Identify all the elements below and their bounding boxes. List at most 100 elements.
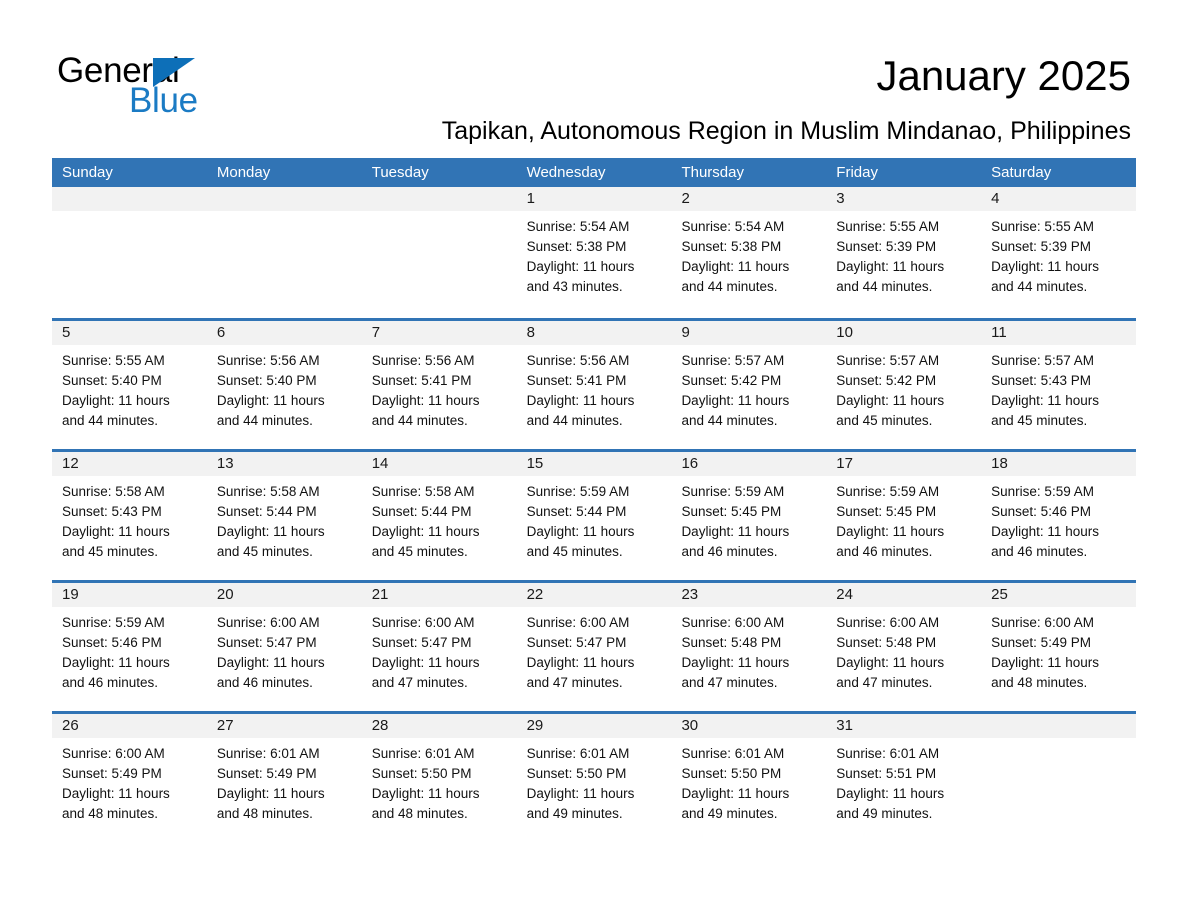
sunset-text: Sunset: 5:49 PM — [991, 635, 1091, 650]
day-cell[interactable]: 6 Sunrise: 5:56 AM Sunset: 5:40 PM Dayli… — [206, 321, 362, 443]
logo-blue-text: Blue — [129, 81, 198, 120]
day-cell[interactable]: 15 Sunrise: 5:59 AM Sunset: 5:44 PM Dayl… — [516, 452, 672, 574]
day-details: Sunrise: 6:01 AM Sunset: 5:50 PM Dayligh… — [362, 738, 517, 824]
day-details: Sunrise: 5:57 AM Sunset: 5:43 PM Dayligh… — [981, 345, 1136, 431]
day-cell[interactable]: 4 Sunrise: 5:55 AM Sunset: 5:39 PM Dayli… — [981, 187, 1137, 312]
day-number — [981, 714, 1137, 738]
daylight-text-line1: Daylight: 11 hours — [836, 259, 945, 274]
day-cell[interactable]: 17 Sunrise: 5:59 AM Sunset: 5:45 PM Dayl… — [826, 452, 982, 574]
weekday-header-monday: Monday — [216, 164, 271, 181]
day-cell[interactable]: 5 Sunrise: 5:55 AM Sunset: 5:40 PM Dayli… — [52, 321, 207, 443]
day-cell[interactable]: 2 Sunrise: 5:54 AM Sunset: 5:38 PM Dayli… — [671, 187, 827, 312]
day-details — [207, 211, 362, 217]
day-cell[interactable]: 31 Sunrise: 6:01 AM Sunset: 5:51 PM Dayl… — [826, 714, 982, 836]
day-details: Sunrise: 5:55 AM Sunset: 5:39 PM Dayligh… — [981, 211, 1136, 297]
page-title: January 2025 — [876, 52, 1131, 99]
daylight-text-line1: Daylight: 11 hours — [371, 393, 480, 408]
sunset-text: Sunset: 5:38 PM — [681, 239, 782, 254]
day-number: 15 — [516, 452, 672, 476]
day-cell[interactable]: 7 Sunrise: 5:56 AM Sunset: 5:41 PM Dayli… — [361, 321, 517, 443]
daylight-text-line2: and 46 minutes. — [836, 544, 933, 559]
daylight-text-line1: Daylight: 11 hours — [681, 393, 790, 408]
daylight-text-line2: and 48 minutes. — [216, 806, 313, 821]
sunset-text: Sunset: 5:47 PM — [526, 635, 627, 650]
daylight-text-line2: and 44 minutes. — [371, 413, 468, 428]
day-cell[interactable]: 20 Sunrise: 6:00 AM Sunset: 5:47 PM Dayl… — [206, 583, 362, 705]
daylight-text-line1: Daylight: 11 hours — [991, 655, 1099, 670]
day-cell[interactable]: 19 Sunrise: 5:59 AM Sunset: 5:46 PM Dayl… — [52, 583, 207, 705]
week-row: 12 Sunrise: 5:58 AM Sunset: 5:43 PM Dayl… — [52, 449, 1137, 574]
day-details: Sunrise: 6:01 AM Sunset: 5:50 PM Dayligh… — [517, 738, 672, 824]
day-cell[interactable]: 28 Sunrise: 6:01 AM Sunset: 5:50 PM Dayl… — [361, 714, 517, 836]
sunset-text: Sunset: 5:38 PM — [526, 239, 627, 254]
sunrise-text: Sunrise: 6:00 AM — [991, 615, 1094, 630]
sunrise-text: Sunrise: 5:56 AM — [371, 353, 475, 368]
day-number: 4 — [981, 187, 1137, 211]
sunrise-text: Sunrise: 6:01 AM — [526, 746, 630, 761]
location-subtitle: Tapikan, Autonomous Region in Muslim Min… — [441, 117, 1131, 145]
sunrise-text: Sunrise: 6:00 AM — [681, 615, 785, 630]
day-cell[interactable]: 10 Sunrise: 5:57 AM Sunset: 5:42 PM Dayl… — [826, 321, 982, 443]
day-number: 16 — [671, 452, 827, 476]
daylight-text-line1: Daylight: 11 hours — [681, 786, 790, 801]
sunset-text: Sunset: 5:43 PM — [991, 373, 1091, 388]
day-cell[interactable]: 24 Sunrise: 6:00 AM Sunset: 5:48 PM Dayl… — [826, 583, 982, 705]
day-details: Sunrise: 5:58 AM Sunset: 5:44 PM Dayligh… — [207, 476, 362, 562]
day-number — [361, 187, 517, 211]
day-details: Sunrise: 6:00 AM Sunset: 5:48 PM Dayligh… — [826, 607, 981, 693]
day-cell[interactable]: 30 Sunrise: 6:01 AM Sunset: 5:50 PM Dayl… — [671, 714, 827, 836]
day-cell[interactable]: 9 Sunrise: 5:57 AM Sunset: 5:42 PM Dayli… — [671, 321, 827, 443]
day-cell[interactable]: 27 Sunrise: 6:01 AM Sunset: 5:49 PM Dayl… — [206, 714, 362, 836]
day-cell[interactable]: 25 Sunrise: 6:00 AM Sunset: 5:49 PM Dayl… — [981, 583, 1137, 705]
day-number: 19 — [52, 583, 207, 607]
daylight-text-line1: Daylight: 11 hours — [216, 786, 325, 801]
day-cell[interactable]: 3 Sunrise: 5:55 AM Sunset: 5:39 PM Dayli… — [826, 187, 982, 312]
calendar-grid: Sunday Monday Tuesday Wednesday Thursday… — [52, 158, 1137, 836]
daylight-text-line1: Daylight: 11 hours — [526, 655, 635, 670]
day-cell[interactable]: 13 Sunrise: 5:58 AM Sunset: 5:44 PM Dayl… — [206, 452, 362, 574]
weekday-header-wednesday: Wednesday — [526, 164, 606, 181]
sunset-text: Sunset: 5:51 PM — [836, 766, 937, 781]
day-cell[interactable]: 29 Sunrise: 6:01 AM Sunset: 5:50 PM Dayl… — [516, 714, 672, 836]
day-cell[interactable]: 22 Sunrise: 6:00 AM Sunset: 5:47 PM Dayl… — [516, 583, 672, 705]
week-row: 5 Sunrise: 5:55 AM Sunset: 5:40 PM Dayli… — [52, 318, 1137, 443]
day-details: Sunrise: 5:58 AM Sunset: 5:44 PM Dayligh… — [362, 476, 517, 562]
day-cell[interactable]: 16 Sunrise: 5:59 AM Sunset: 5:45 PM Dayl… — [671, 452, 827, 574]
daylight-text-line1: Daylight: 11 hours — [991, 524, 1099, 539]
day-cell[interactable]: 21 Sunrise: 6:00 AM Sunset: 5:47 PM Dayl… — [361, 583, 517, 705]
sunrise-text: Sunrise: 5:55 AM — [836, 219, 940, 234]
day-cell[interactable]: 14 Sunrise: 5:58 AM Sunset: 5:44 PM Dayl… — [361, 452, 517, 574]
week-row: 26 Sunrise: 6:00 AM Sunset: 5:49 PM Dayl… — [52, 711, 1137, 836]
day-cell[interactable]: 1 Sunrise: 5:54 AM Sunset: 5:38 PM Dayli… — [516, 187, 672, 312]
sunrise-text: Sunrise: 5:58 AM — [371, 484, 475, 499]
daylight-text-line1: Daylight: 11 hours — [991, 393, 1099, 408]
sunset-text: Sunset: 5:41 PM — [371, 373, 472, 388]
day-number: 11 — [981, 321, 1137, 345]
day-cell[interactable]: 23 Sunrise: 6:00 AM Sunset: 5:48 PM Dayl… — [671, 583, 827, 705]
daylight-text-line1: Daylight: 11 hours — [526, 393, 635, 408]
sunrise-text: Sunrise: 5:57 AM — [836, 353, 940, 368]
day-cell[interactable]: 26 Sunrise: 6:00 AM Sunset: 5:49 PM Dayl… — [52, 714, 207, 836]
sunrise-text: Sunrise: 6:00 AM — [371, 615, 475, 630]
day-details: Sunrise: 6:01 AM Sunset: 5:50 PM Dayligh… — [671, 738, 826, 824]
day-number: 29 — [516, 714, 672, 738]
daylight-text-line2: and 45 minutes. — [62, 544, 159, 559]
day-cell[interactable]: 8 Sunrise: 5:56 AM Sunset: 5:41 PM Dayli… — [516, 321, 672, 443]
daylight-text-line2: and 45 minutes. — [371, 544, 468, 559]
day-number: 27 — [206, 714, 362, 738]
daylight-text-line2: and 45 minutes. — [216, 544, 313, 559]
day-number: 26 — [52, 714, 207, 738]
daylight-text-line2: and 47 minutes. — [681, 675, 778, 690]
day-details: Sunrise: 5:59 AM Sunset: 5:44 PM Dayligh… — [517, 476, 672, 562]
sunrise-text: Sunrise: 6:01 AM — [836, 746, 940, 761]
daylight-text-line2: and 48 minutes. — [62, 806, 159, 821]
day-cell[interactable]: 11 Sunrise: 5:57 AM Sunset: 5:43 PM Dayl… — [981, 321, 1137, 443]
day-details: Sunrise: 5:55 AM Sunset: 5:39 PM Dayligh… — [826, 211, 981, 297]
sunset-text: Sunset: 5:41 PM — [526, 373, 627, 388]
sunset-text: Sunset: 5:46 PM — [62, 635, 162, 650]
day-cell[interactable]: 18 Sunrise: 5:59 AM Sunset: 5:46 PM Dayl… — [981, 452, 1137, 574]
sunset-text: Sunset: 5:45 PM — [836, 504, 937, 519]
sunrise-text: Sunrise: 6:01 AM — [216, 746, 320, 761]
sunset-text: Sunset: 5:40 PM — [62, 373, 162, 388]
day-cell[interactable]: 12 Sunrise: 5:58 AM Sunset: 5:43 PM Dayl… — [52, 452, 207, 574]
